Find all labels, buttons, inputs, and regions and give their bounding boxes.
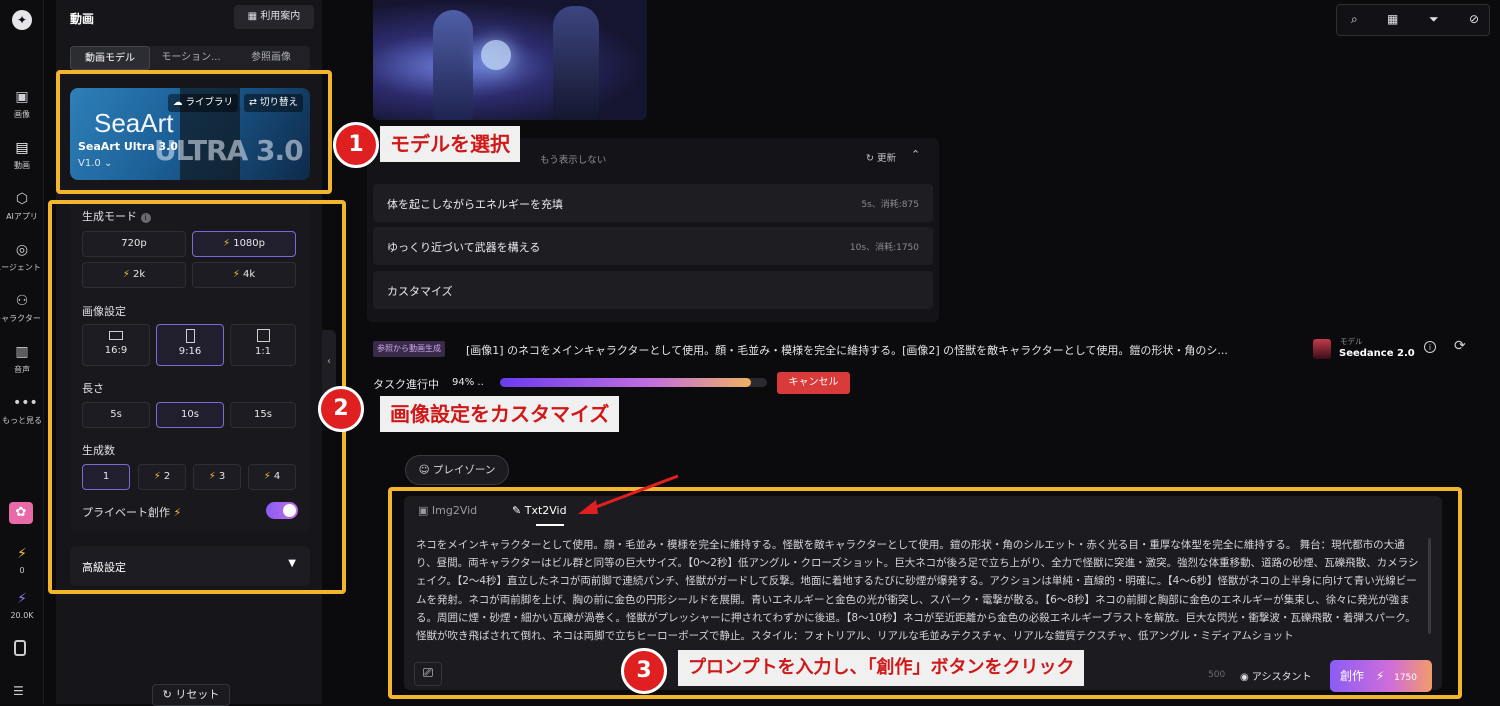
- callout-arrow: [578, 474, 679, 514]
- agent-icon: ◎: [15, 242, 29, 258]
- preview-image[interactable]: [373, 0, 647, 120]
- refresh-icon: ↻: [866, 153, 874, 164]
- retry-icon[interactable]: ⟳: [1454, 338, 1466, 354]
- refresh-button[interactable]: ↻ 更新: [866, 150, 896, 164]
- mobile-icon[interactable]: [14, 640, 26, 656]
- suggestion-item[interactable]: カスタマイズ: [373, 271, 933, 309]
- progress-fill: [500, 378, 751, 387]
- callout-1-text: モデルを選択: [380, 126, 520, 162]
- tab-video-model[interactable]: 動画モデル: [70, 46, 150, 70]
- top-toolbar: ⌕ ▦ ⏷ ⊘: [1336, 4, 1490, 36]
- playzone-button[interactable]: ☺ プレイゾーン: [405, 455, 509, 485]
- rail-item-video[interactable]: ▤ 動画: [0, 139, 44, 171]
- image-icon: ▣: [15, 89, 29, 105]
- model-thumb: [1313, 339, 1331, 359]
- hide-icon[interactable]: ⊘: [1469, 12, 1479, 26]
- audio-icon: ▥: [15, 344, 29, 360]
- grid-icon[interactable]: ▦: [1387, 12, 1398, 26]
- reset-icon: ↻: [162, 688, 172, 701]
- highlight-box-model: [56, 70, 332, 194]
- cancel-button[interactable]: キャンセル: [777, 372, 850, 394]
- search-icon[interactable]: ⌕: [1351, 12, 1358, 27]
- rail-item-audio[interactable]: ▥ 音声: [0, 343, 44, 375]
- rail-item-ai-app[interactable]: ⬡ AIアプリ: [0, 190, 44, 222]
- app-logo[interactable]: ✦: [12, 10, 32, 30]
- callout-2-text: 画像設定をカスタマイズ: [380, 396, 620, 432]
- gamepad-icon: ☺: [418, 464, 430, 476]
- callout-3-badge: 3: [621, 648, 667, 694]
- task-model-name: Seedance 2.0: [1339, 348, 1415, 359]
- filter-icon[interactable]: ⏷: [1429, 12, 1439, 27]
- progress-percent: 94% ..: [452, 377, 484, 388]
- more-icon: •••: [13, 395, 38, 411]
- character-icon: ⚇: [15, 293, 29, 309]
- left-rail: ✦ ▣画像 ▤動画 ⬡AIアプリ ◎エージェント ⚇キャラクター ▥音声 •••…: [0, 0, 44, 704]
- book-icon: ▦: [247, 11, 258, 22]
- preview-figure-left: [433, 10, 473, 120]
- lightning-icon: ⚡: [17, 591, 27, 607]
- credits-free: ⚡ 0: [0, 545, 44, 575]
- highlight-box-settings: [48, 200, 346, 594]
- info-icon[interactable]: i: [1424, 341, 1436, 353]
- progress-track: [500, 378, 767, 387]
- callout-2-badge: 2: [318, 386, 364, 432]
- video-icon: ▤: [15, 140, 29, 156]
- ai-app-icon: ⬡: [15, 191, 29, 207]
- suggestion-item[interactable]: 体を起こしながらエネルギーを充填 5s、消耗:875: [373, 184, 933, 222]
- guide-button[interactable]: ▦ 利用案内: [234, 5, 314, 29]
- rail-item-more[interactable]: ••• もっと見る: [0, 394, 44, 426]
- rail-item-image[interactable]: ▣ 画像: [0, 88, 44, 120]
- task-model-label: モデル: [1340, 337, 1363, 346]
- task-description: [画像1] のネコをメインキャラクターとして使用。顔・毛並み・模様を完全に維持す…: [466, 344, 1228, 357]
- panel-tabs: 動画モデル モーション... 参照画像: [70, 46, 310, 70]
- panel-title: 動画: [70, 12, 95, 26]
- credits-paid: ⚡ 20.0K: [10, 591, 34, 620]
- gift-icon[interactable]: ✿: [9, 502, 33, 524]
- progress-label: タスク進行中: [373, 378, 439, 391]
- lightning-icon: ⚡: [17, 546, 27, 562]
- callout-3-text: プロンプトを入力し、「創作」ボタンをクリック: [678, 650, 1085, 686]
- task-tag: 参照から動画生成: [373, 341, 445, 357]
- rail-item-character[interactable]: ⚇キャラクター: [0, 292, 44, 324]
- suggestion-item[interactable]: ゆっくり近づいて武器を構える 10s、消耗:1750: [373, 227, 933, 265]
- preview-figure-right: [553, 6, 599, 120]
- chevron-up-icon[interactable]: ⌃: [911, 148, 920, 161]
- rail-item-agent[interactable]: ◎エージェント: [0, 241, 44, 273]
- suggestion-header-text[interactable]: もう表示しない: [540, 152, 606, 166]
- reset-button[interactable]: ↻ リセット: [152, 684, 230, 706]
- callout-1-badge: 1: [333, 122, 379, 168]
- preview-glow: [481, 40, 511, 70]
- tab-reference-image[interactable]: 参照画像: [232, 46, 310, 70]
- tab-motion[interactable]: モーション...: [152, 46, 230, 70]
- menu-icon[interactable]: ☰: [13, 684, 24, 698]
